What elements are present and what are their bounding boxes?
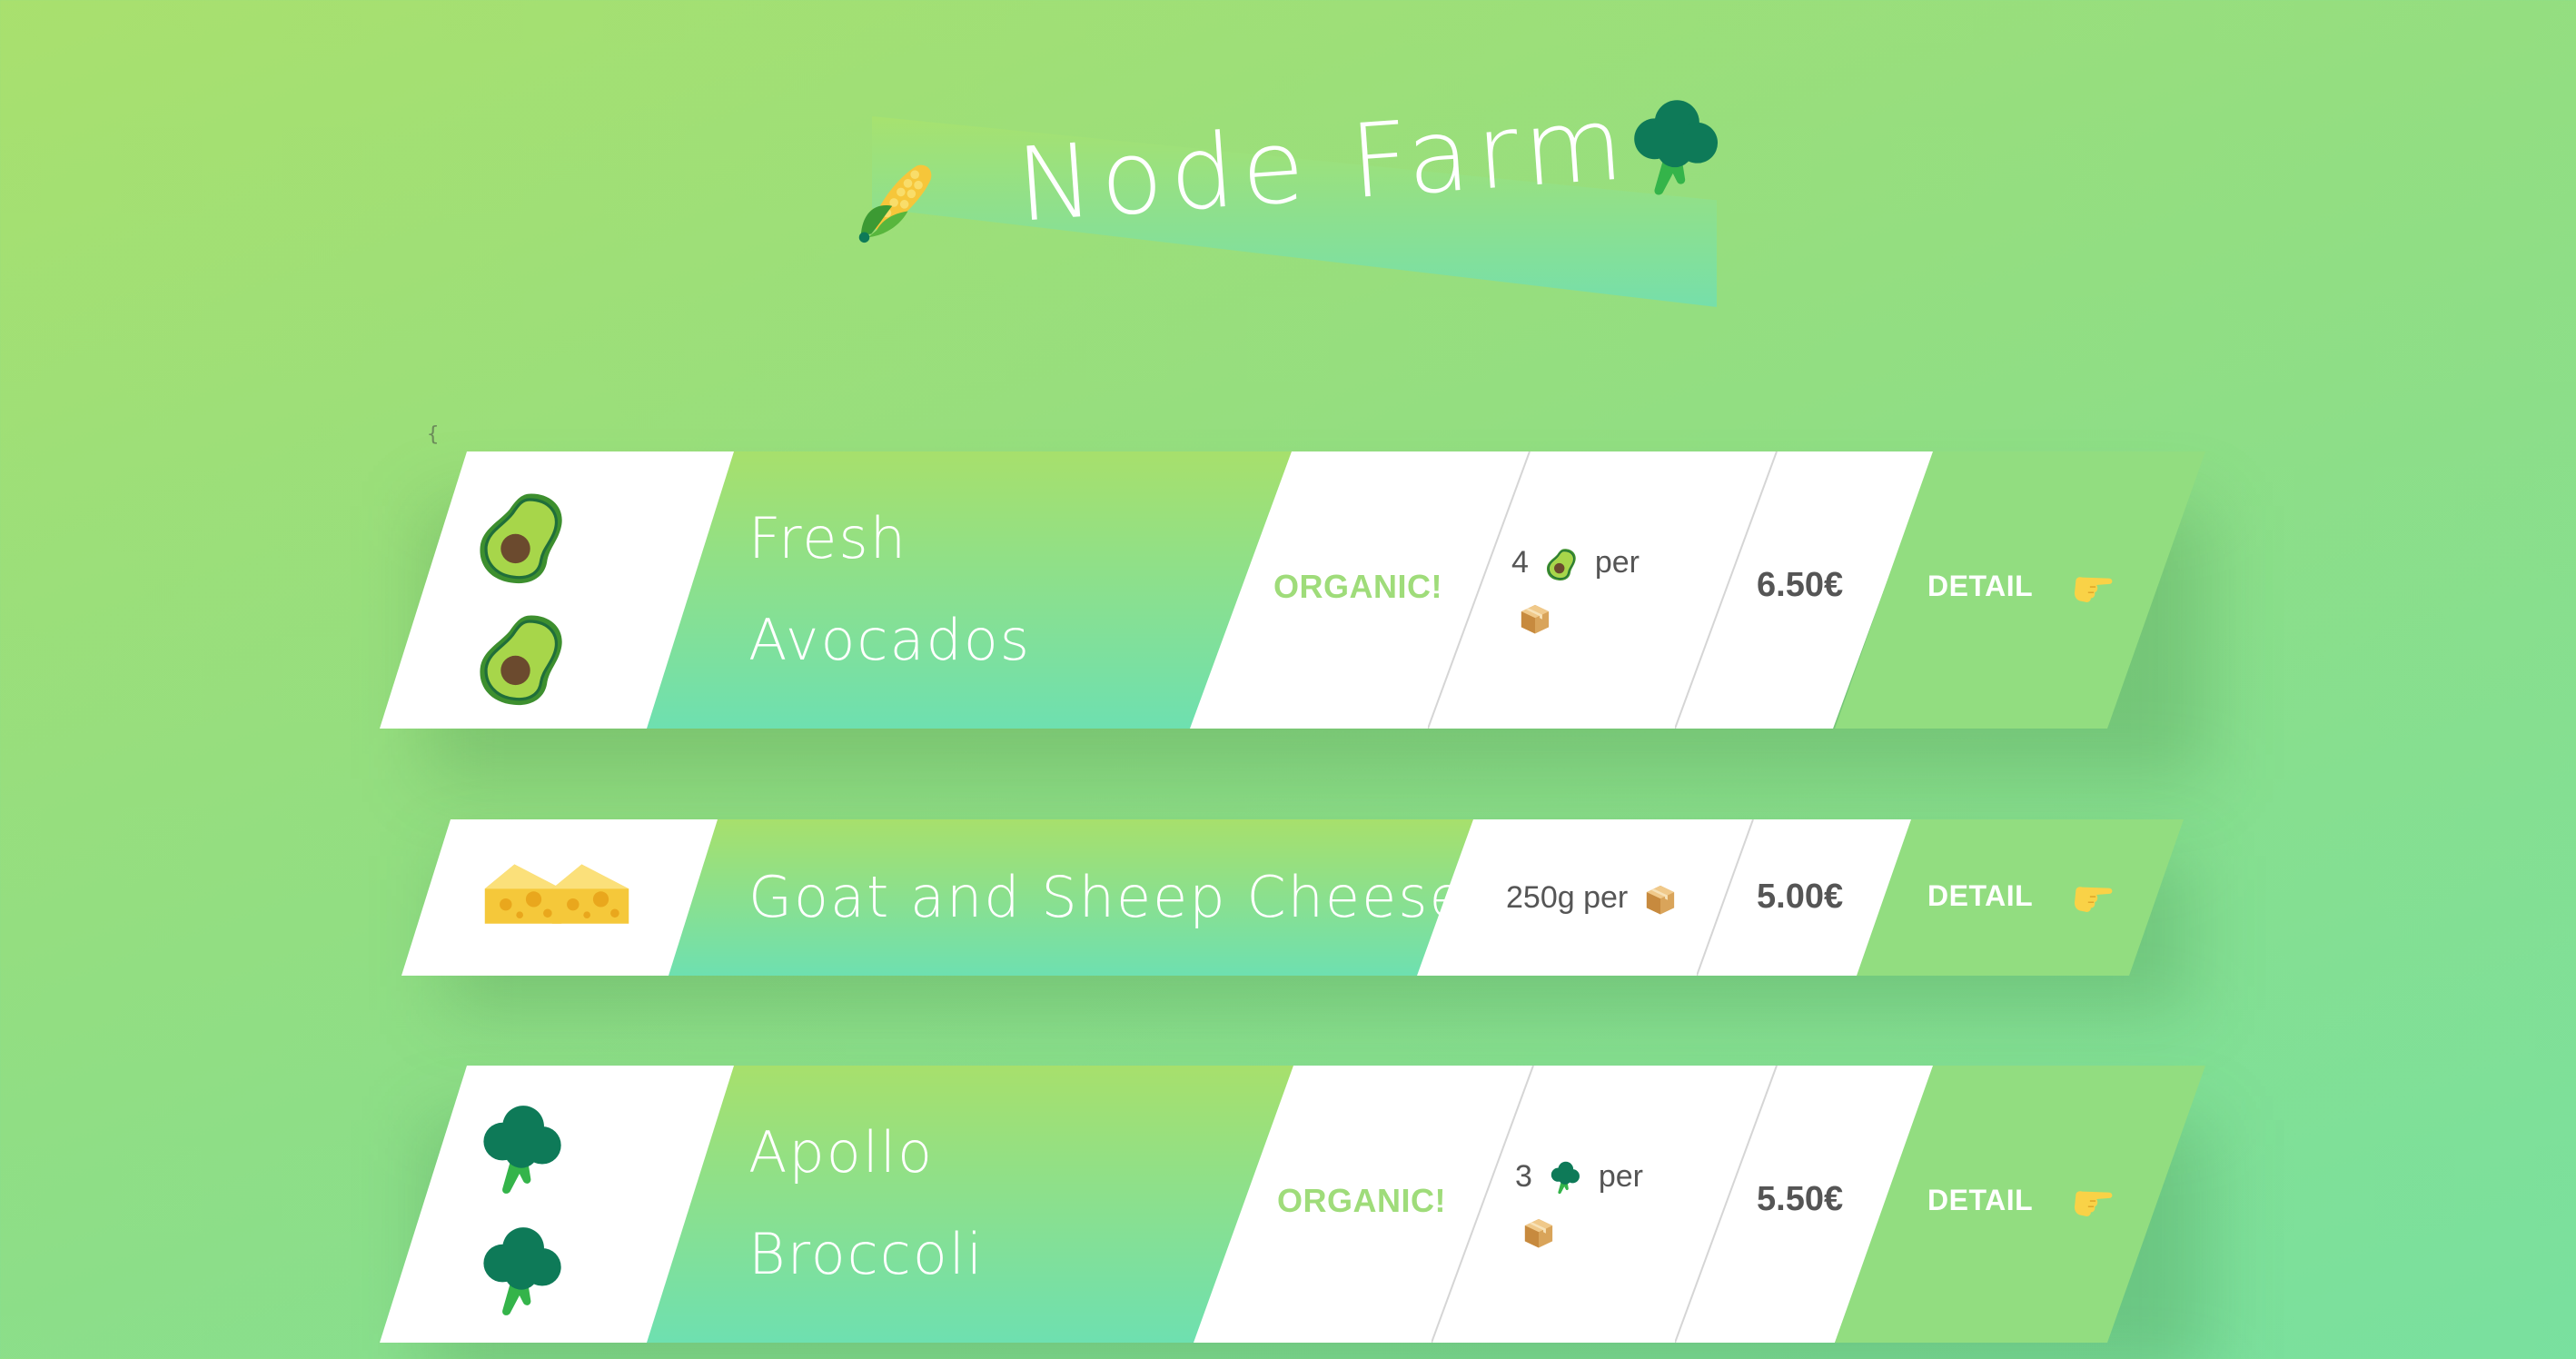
broccoli-icon <box>474 1100 569 1202</box>
product-card: Goat and Sheep Cheese 250g per 5.00€ DET… <box>0 819 2576 1010</box>
detail-button[interactable]: DETAIL <box>1927 1176 2116 1224</box>
product-name: Goat and Sheep Cheese <box>748 864 1466 930</box>
price: 6.50€ <box>1757 566 1844 604</box>
pointing-hand-icon <box>2069 562 2116 610</box>
product-name: Fresh Avocados <box>748 505 1032 673</box>
avocado-icon <box>1544 546 1579 582</box>
avocado-icon <box>472 608 570 709</box>
quantity: 4 per <box>1511 535 1640 644</box>
stray-text: { <box>427 423 440 446</box>
broccoli-icon <box>1548 1160 1582 1196</box>
corn-icon <box>854 151 941 251</box>
box-icon <box>1519 601 1551 636</box>
header: Node Farm <box>854 84 1744 327</box>
box-icon <box>1522 1215 1555 1250</box>
avocado-icon <box>472 486 570 588</box>
product-card: Fresh Avocados ORGANIC! 4 per 6.50€ DETA… <box>0 451 2576 779</box>
quantity: 250g per <box>1506 870 1684 925</box>
product-card: Apollo Broccoli ORGANIC! 3 per 5.50€ DET… <box>0 1066 2576 1359</box>
quantity: 3 per <box>1515 1149 1643 1258</box>
product-name: Apollo Broccoli <box>748 1119 985 1287</box>
price: 5.00€ <box>1757 878 1844 916</box>
broccoli-icon <box>1624 91 1726 207</box>
broccoli-icon <box>474 1222 569 1324</box>
organic-badge: ORGANIC! <box>1277 1182 1446 1219</box>
pointing-hand-icon <box>2069 872 2116 919</box>
detail-button[interactable]: DETAIL <box>1927 562 2116 610</box>
detail-button[interactable]: DETAIL <box>1927 872 2116 919</box>
price: 5.50€ <box>1757 1180 1844 1218</box>
pointing-hand-icon <box>2069 1176 2116 1224</box>
organic-badge: ORGANIC! <box>1273 568 1442 605</box>
cheese-icon <box>484 864 629 924</box>
box-icon <box>1644 882 1677 917</box>
